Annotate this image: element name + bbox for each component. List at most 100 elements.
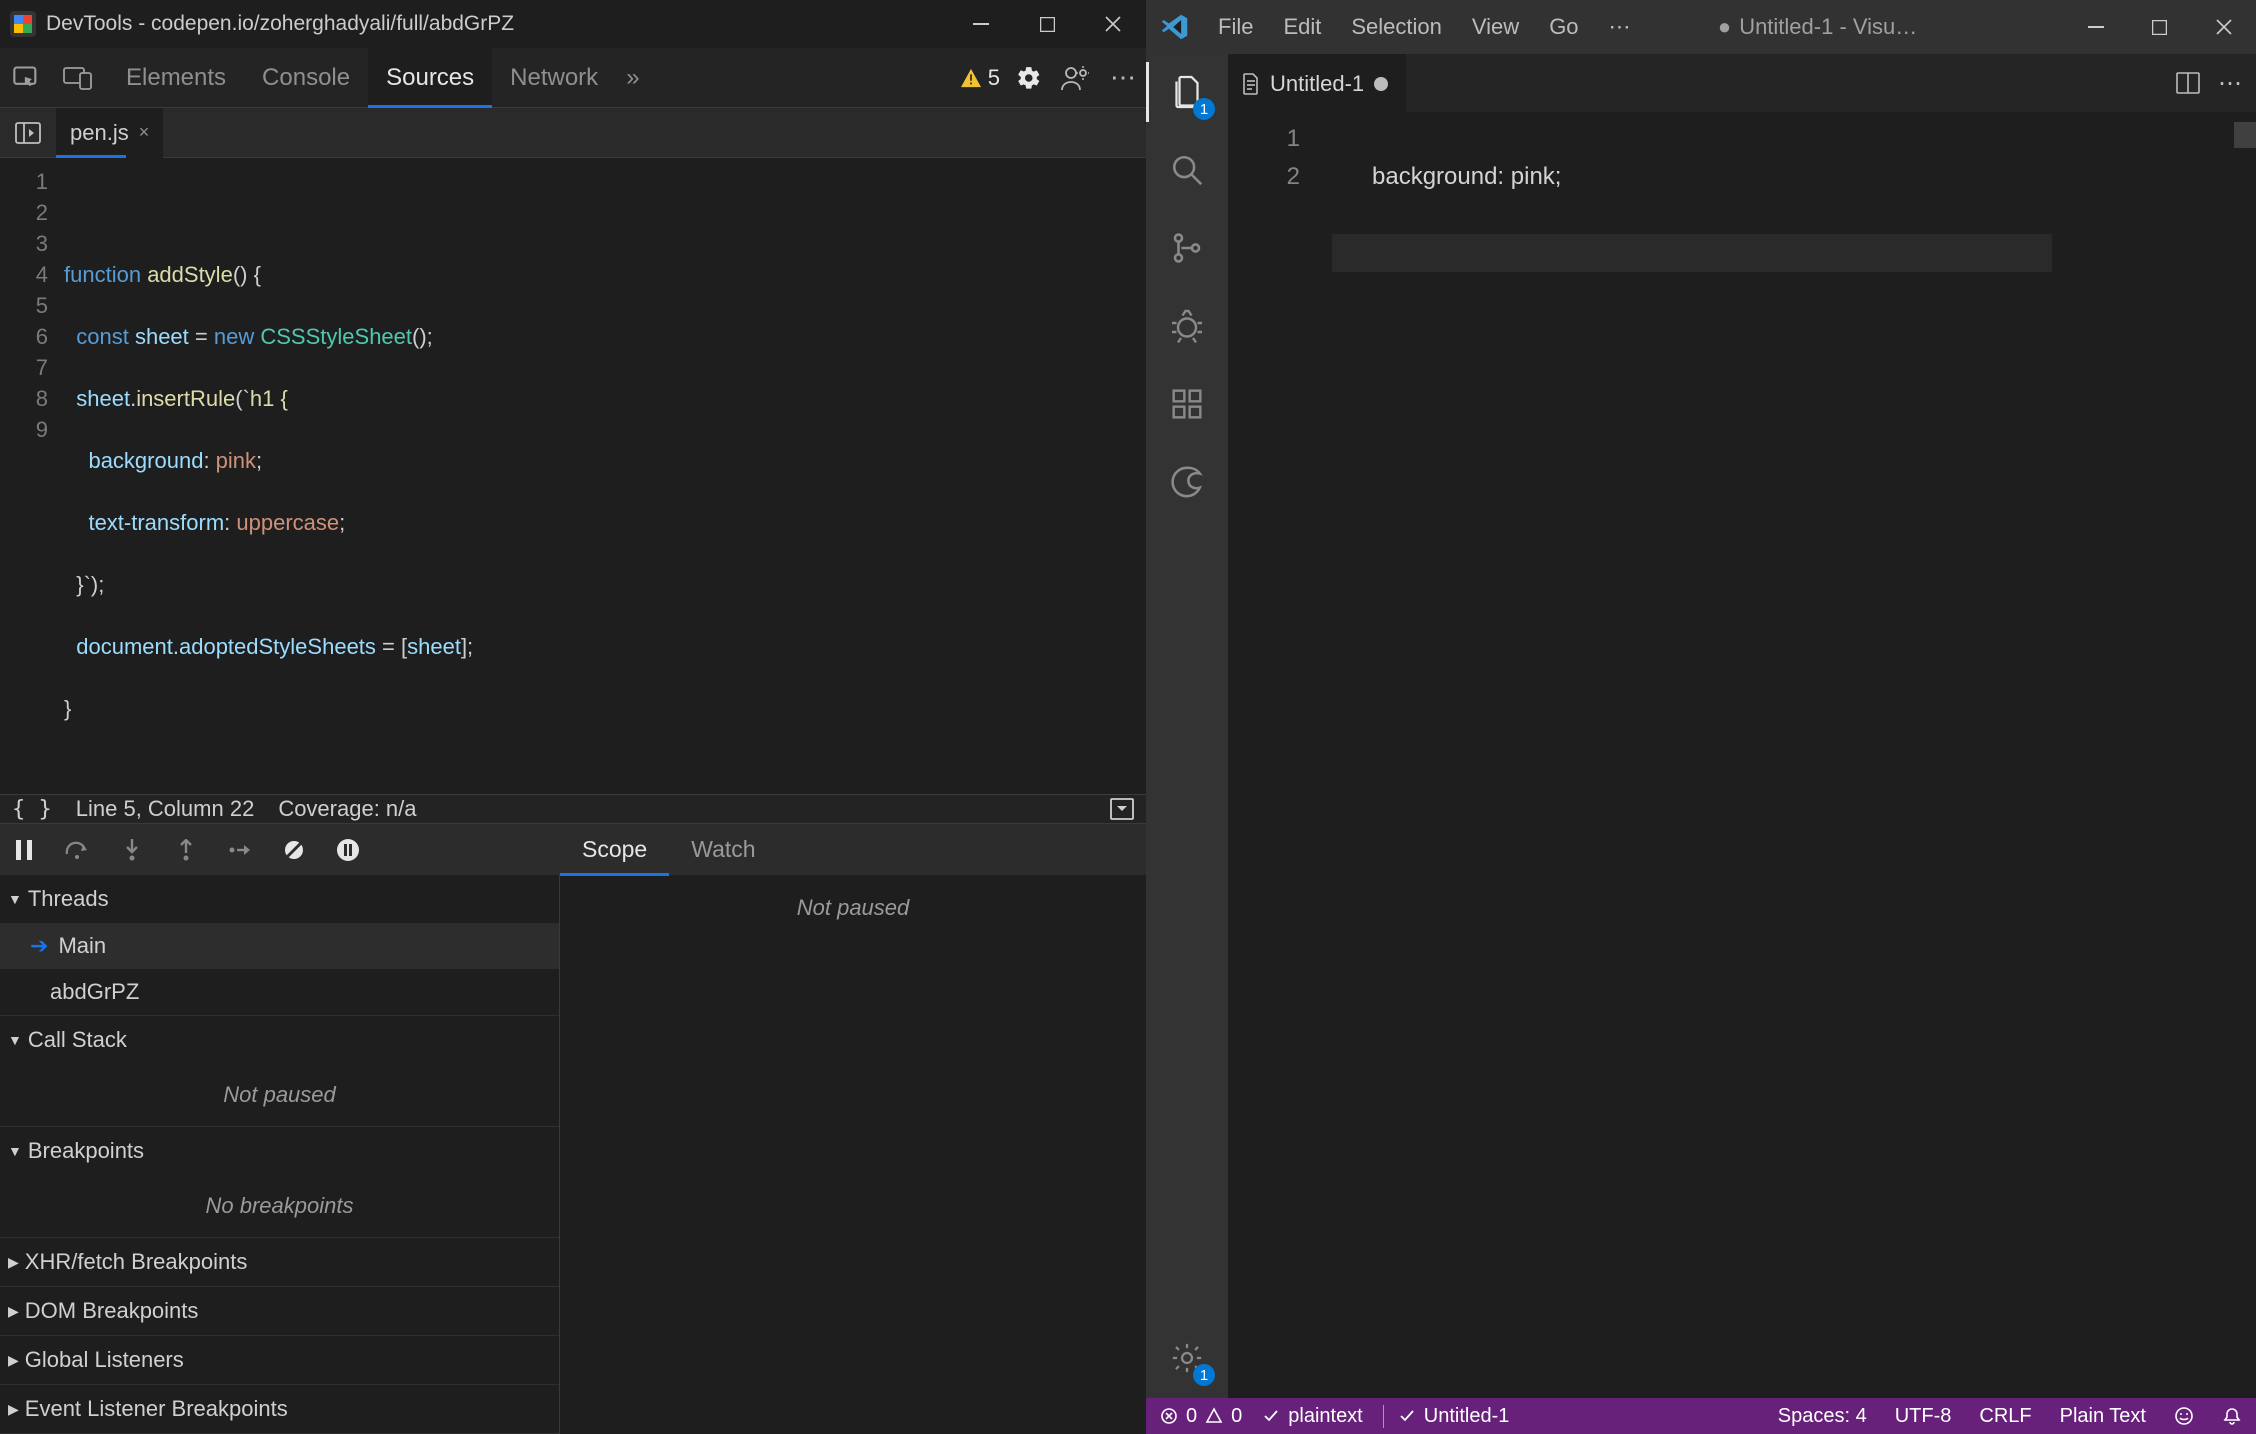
- more-menu-icon[interactable]: ⋯: [1104, 61, 1138, 95]
- pause-icon[interactable]: [10, 836, 38, 864]
- tab-scope[interactable]: Scope: [560, 824, 669, 876]
- split-editor-icon[interactable]: [2176, 72, 2200, 94]
- file-tab-name: pen.js: [70, 120, 129, 146]
- menu-go[interactable]: Go: [1535, 8, 1592, 46]
- callstack-header[interactable]: ▼Call Stack: [0, 1016, 559, 1064]
- vscode-logo-icon: [1146, 13, 1204, 41]
- source-code[interactable]: function addStyle() { const sheet = new …: [58, 158, 1146, 794]
- encoding-status[interactable]: UTF-8: [1895, 1405, 1952, 1428]
- account-icon[interactable]: [1058, 61, 1092, 95]
- step-into-icon[interactable]: [118, 836, 146, 864]
- thread-item[interactable]: abdGrPZ: [0, 969, 559, 1015]
- more-tabs-button[interactable]: »: [616, 48, 649, 108]
- tab-sources[interactable]: Sources: [368, 48, 492, 108]
- tab-elements[interactable]: Elements: [108, 48, 244, 108]
- sidebar-toggle-icon[interactable]: [1110, 798, 1134, 820]
- settings-gear-icon[interactable]: 1: [1163, 1334, 1211, 1382]
- close-button[interactable]: [1080, 0, 1146, 48]
- menu-file[interactable]: File: [1204, 8, 1267, 46]
- devtools-window: DevTools - codepen.io/zoherghadyali/full…: [0, 0, 1146, 1434]
- issues-badge[interactable]: 5: [960, 65, 1000, 91]
- indentation-status[interactable]: Spaces: 4: [1778, 1405, 1867, 1428]
- cursor-position: Line 5, Column 22: [76, 796, 255, 822]
- debugger-bottom: ▼Threads ➔ Main abdGrPZ ▼Call Stack Not …: [0, 875, 1146, 1434]
- navigator-toggle-icon[interactable]: [0, 108, 56, 158]
- sources-header: pen.js ×: [0, 108, 1146, 158]
- vscode-window-title: ● Untitled-1 - Visu…: [1718, 14, 1917, 40]
- language-status[interactable]: plaintext: [1262, 1405, 1363, 1428]
- warning-icon: [1205, 1407, 1223, 1425]
- breakpoints-empty: No breakpoints: [0, 1175, 559, 1237]
- close-tab-icon[interactable]: ×: [139, 122, 150, 143]
- vscode-close-button[interactable]: [2192, 0, 2256, 54]
- callstack-empty: Not paused: [0, 1064, 559, 1126]
- menu-edit[interactable]: Edit: [1269, 8, 1335, 46]
- menu-view[interactable]: View: [1458, 8, 1533, 46]
- thread-main[interactable]: ➔ Main: [0, 923, 559, 969]
- tab-network[interactable]: Network: [492, 48, 616, 108]
- editor-statusbar: { } Line 5, Column 22 Coverage: n/a: [0, 794, 1146, 823]
- source-editor[interactable]: 1 2 3 4 5 6 7 8 9 function addStyle() { …: [0, 158, 1146, 794]
- scope-panel: Not paused: [560, 875, 1146, 1434]
- language-mode[interactable]: Plain Text: [2060, 1405, 2146, 1428]
- search-icon[interactable]: [1163, 146, 1211, 194]
- file-tab-penjs[interactable]: pen.js ×: [56, 108, 163, 158]
- settings-icon[interactable]: [1012, 61, 1046, 95]
- step-icon[interactable]: [226, 836, 254, 864]
- file-tab-label: Untitled-1: [1270, 71, 1364, 97]
- debug-icon[interactable]: [1163, 302, 1211, 350]
- debugger-left-pane: ▼Threads ➔ Main abdGrPZ ▼Call Stack Not …: [0, 875, 560, 1434]
- notifications-icon[interactable]: [2222, 1406, 2242, 1426]
- devtools-toolbar: Elements Console Sources Network » 5 ⋯: [0, 48, 1146, 108]
- pause-on-exceptions-icon[interactable]: [334, 836, 362, 864]
- dom-breakpoints-header[interactable]: ▶DOM Breakpoints: [0, 1287, 559, 1335]
- vscode-maximize-button[interactable]: [2128, 0, 2192, 54]
- explorer-icon[interactable]: 1: [1163, 68, 1211, 116]
- vscode-code[interactable]: background: pink;: [1328, 112, 2256, 1398]
- maximize-button[interactable]: [1014, 0, 1080, 48]
- vscode-editor[interactable]: 1 2 background: pink;: [1228, 112, 2256, 1398]
- check-icon: [1398, 1407, 1416, 1425]
- deactivate-breakpoints-icon[interactable]: [280, 836, 308, 864]
- device-toolbar-icon[interactable]: [52, 48, 104, 108]
- pretty-print-icon[interactable]: { }: [12, 797, 52, 822]
- check-icon: [1262, 1407, 1280, 1425]
- eol-status[interactable]: CRLF: [1979, 1405, 2031, 1428]
- inspect-element-icon[interactable]: [0, 48, 52, 108]
- xhr-breakpoints-header[interactable]: ▶XHR/fetch Breakpoints: [0, 1238, 559, 1286]
- editor-tabs: Untitled-1 ⋯: [1228, 54, 2256, 112]
- devtools-app-icon: [10, 11, 36, 37]
- error-icon: [1160, 1407, 1178, 1425]
- current-line-highlight: [1332, 234, 2052, 272]
- breakpoints-header[interactable]: ▼Breakpoints: [0, 1127, 559, 1175]
- issues-count: 5: [988, 65, 1000, 91]
- tab-watch[interactable]: Watch: [669, 824, 777, 876]
- overview-ruler[interactable]: [2234, 122, 2256, 148]
- cube-icon: [14, 15, 32, 33]
- extensions-icon[interactable]: [1163, 380, 1211, 428]
- vscode-gutter: 1 2: [1228, 112, 1328, 1398]
- step-out-icon[interactable]: [172, 836, 200, 864]
- modified-indicator-icon: [1374, 77, 1388, 91]
- threads-header[interactable]: ▼Threads: [0, 875, 559, 923]
- menu-selection[interactable]: Selection: [1337, 8, 1456, 46]
- source-control-icon[interactable]: [1163, 224, 1211, 272]
- feedback-icon[interactable]: [2174, 1406, 2194, 1426]
- problems-indicator[interactable]: 0 0: [1160, 1405, 1242, 1428]
- more-actions-icon[interactable]: ⋯: [2218, 69, 2242, 98]
- scope-not-paused: Not paused: [560, 875, 1146, 941]
- current-thread-icon: ➔: [30, 933, 48, 959]
- vscode-minimize-button[interactable]: [2064, 0, 2128, 54]
- file-tab-untitled[interactable]: Untitled-1: [1228, 54, 1406, 112]
- global-listeners-header[interactable]: ▶Global Listeners: [0, 1336, 559, 1384]
- tab-console[interactable]: Console: [244, 48, 368, 108]
- step-over-icon[interactable]: [64, 836, 92, 864]
- file-status[interactable]: Untitled-1: [1383, 1405, 1510, 1428]
- menu-more[interactable]: ⋯: [1595, 8, 1645, 46]
- edge-tools-icon[interactable]: [1163, 458, 1211, 506]
- line-gutter: 1 2 3 4 5 6 7 8 9: [0, 158, 58, 794]
- minimize-button[interactable]: [948, 0, 1014, 48]
- vscode-window: File Edit Selection View Go ⋯ ● Untitled…: [1146, 0, 2256, 1434]
- event-listener-breakpoints-header[interactable]: ▶Event Listener Breakpoints: [0, 1385, 559, 1433]
- devtools-titlebar: DevTools - codepen.io/zoherghadyali/full…: [0, 0, 1146, 48]
